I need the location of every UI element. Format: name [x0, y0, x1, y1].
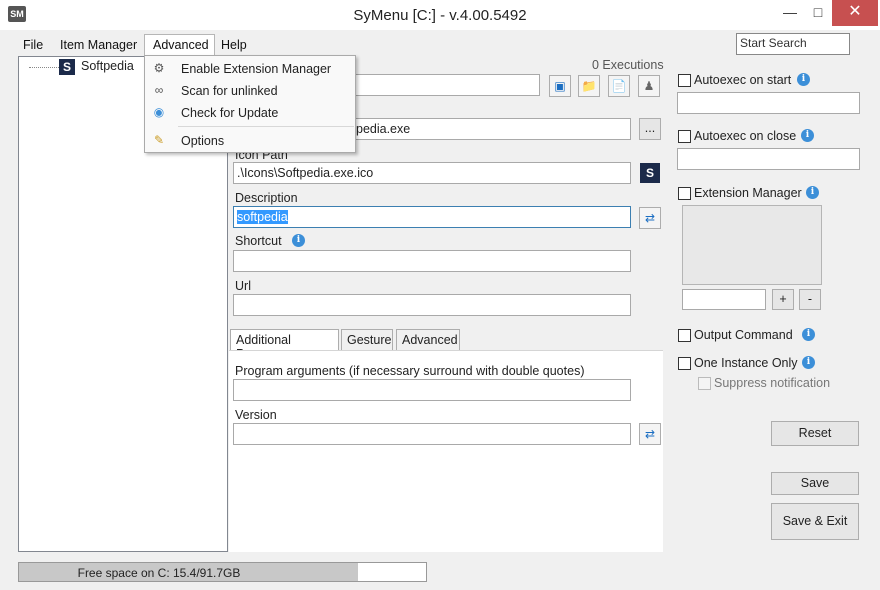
extension-input[interactable] — [682, 289, 766, 310]
window-icon[interactable]: ▣ — [549, 75, 571, 97]
output-command-label: Output Command — [694, 328, 793, 342]
suppress-notification-label: Suppress notification — [714, 376, 831, 390]
save-exit-button[interactable]: Save & Exit — [771, 503, 859, 540]
tree-connector — [29, 67, 59, 68]
executions-count: 0 Executions — [592, 58, 664, 72]
unlink-icon: ∞ — [154, 83, 164, 97]
autoexec-start-checkbox[interactable] — [678, 74, 691, 87]
softpedia-icon: S — [59, 59, 75, 75]
disk-space-bar: Free space on C: 15.4/91.7GB — [18, 562, 427, 582]
dd-label-scan: Scan for unlinked — [181, 84, 278, 98]
one-instance-checkbox[interactable] — [678, 357, 691, 370]
document-icon[interactable]: 📄 — [608, 75, 630, 97]
menu-advanced[interactable]: Advanced — [153, 36, 209, 54]
url-field[interactable] — [233, 294, 631, 316]
menu-check-update[interactable]: ◉ Check for Update — [146, 102, 355, 124]
browse-button[interactable]: ... — [639, 118, 661, 140]
path-field[interactable]: pedia.exe — [352, 118, 631, 140]
search-input[interactable]: Start Search — [736, 33, 850, 55]
autoexec-start-field[interactable] — [677, 92, 860, 114]
extension-manager-label: Extension Manager — [694, 186, 802, 200]
advanced-dropdown: ⚙ Enable Extension Manager ∞ Scan for un… — [144, 55, 356, 153]
folder-icon[interactable]: 📁 — [578, 75, 600, 97]
one-instance-info-icon[interactable]: i — [802, 356, 815, 369]
tab-additional-params[interactable]: Additional Params — [230, 329, 339, 361]
tree-item-softpedia[interactable]: Softpedia — [81, 59, 134, 73]
add-extension-button[interactable]: + — [772, 289, 794, 310]
url-label: Url — [235, 279, 251, 293]
autoexec-close-label: Autoexec on close — [694, 129, 797, 143]
program-args-label: Program arguments (if necessary surround… — [235, 364, 585, 378]
one-instance-label: One Instance Only — [694, 356, 798, 370]
minimize-button[interactable]: — — [776, 0, 804, 26]
shortcut-label: Shortcut — [235, 234, 282, 248]
dd-label-options: Options — [181, 134, 225, 148]
title-bar: SM SyMenu [C:] - v.4.00.5492 — □ ✕ — [0, 0, 880, 30]
name-field[interactable] — [352, 74, 540, 96]
autoexec-close-checkbox[interactable] — [678, 130, 691, 143]
output-command-info-icon[interactable]: i — [802, 328, 815, 341]
dropdown-separator — [178, 126, 354, 127]
tab-advanced[interactable]: Advanced — [396, 329, 460, 351]
autoexec-close-field[interactable] — [677, 148, 860, 170]
menu-enable-extension-manager[interactable]: ⚙ Enable Extension Manager — [146, 58, 355, 80]
remove-extension-button[interactable]: - — [799, 289, 821, 310]
dd-label-extension: Enable Extension Manager — [181, 62, 332, 76]
save-button[interactable]: Save — [771, 472, 859, 495]
extension-manager-info-icon[interactable]: i — [806, 186, 819, 199]
extension-icon: ⚙ — [153, 61, 165, 75]
autoexec-start-info-icon[interactable]: i — [797, 73, 810, 86]
refresh-icon[interactable]: ⇄ — [639, 207, 661, 229]
shortcut-field[interactable] — [233, 250, 631, 272]
suppress-notification-checkbox[interactable] — [698, 377, 711, 390]
update-icon: ◉ — [153, 105, 165, 119]
disk-space-text: Free space on C: 15.4/91.7GB — [77, 566, 241, 580]
program-args-field[interactable] — [233, 379, 631, 401]
description-value: softpedia — [237, 210, 288, 224]
dd-label-update: Check for Update — [181, 106, 279, 120]
icon-path-field[interactable]: .\Icons\Softpedia.exe.ico — [233, 162, 631, 184]
extension-manager-checkbox[interactable] — [678, 187, 691, 200]
menu-options[interactable]: ✎ Options — [146, 130, 355, 152]
options-icon: ✎ — [153, 133, 165, 147]
output-command-checkbox[interactable] — [678, 329, 691, 342]
extension-list[interactable] — [682, 205, 822, 285]
info-icon[interactable]: i — [292, 234, 305, 247]
tab-gesture[interactable]: Gesture — [341, 329, 393, 351]
menu-scan-unlinked[interactable]: ∞ Scan for unlinked — [146, 80, 355, 102]
close-button[interactable]: ✕ — [832, 0, 878, 26]
refresh-version-icon[interactable]: ⇄ — [639, 423, 661, 445]
user-icon[interactable]: ♟ — [638, 75, 660, 97]
version-field[interactable] — [233, 423, 631, 445]
autoexec-start-label: Autoexec on start — [694, 73, 792, 87]
menu-item-manager[interactable]: Item Manager — [60, 36, 137, 54]
menu-file[interactable]: File — [23, 36, 43, 54]
reset-button[interactable]: Reset — [771, 421, 859, 446]
autoexec-close-info-icon[interactable]: i — [801, 129, 814, 142]
window-title: SyMenu [C:] - v.4.00.5492 — [353, 7, 527, 24]
menu-help[interactable]: Help — [221, 36, 247, 54]
description-field[interactable]: softpedia — [233, 206, 631, 228]
version-label: Version — [235, 408, 277, 422]
description-label: Description — [235, 191, 298, 205]
icon-preview[interactable]: S — [640, 163, 660, 183]
maximize-button[interactable]: □ — [804, 0, 832, 26]
